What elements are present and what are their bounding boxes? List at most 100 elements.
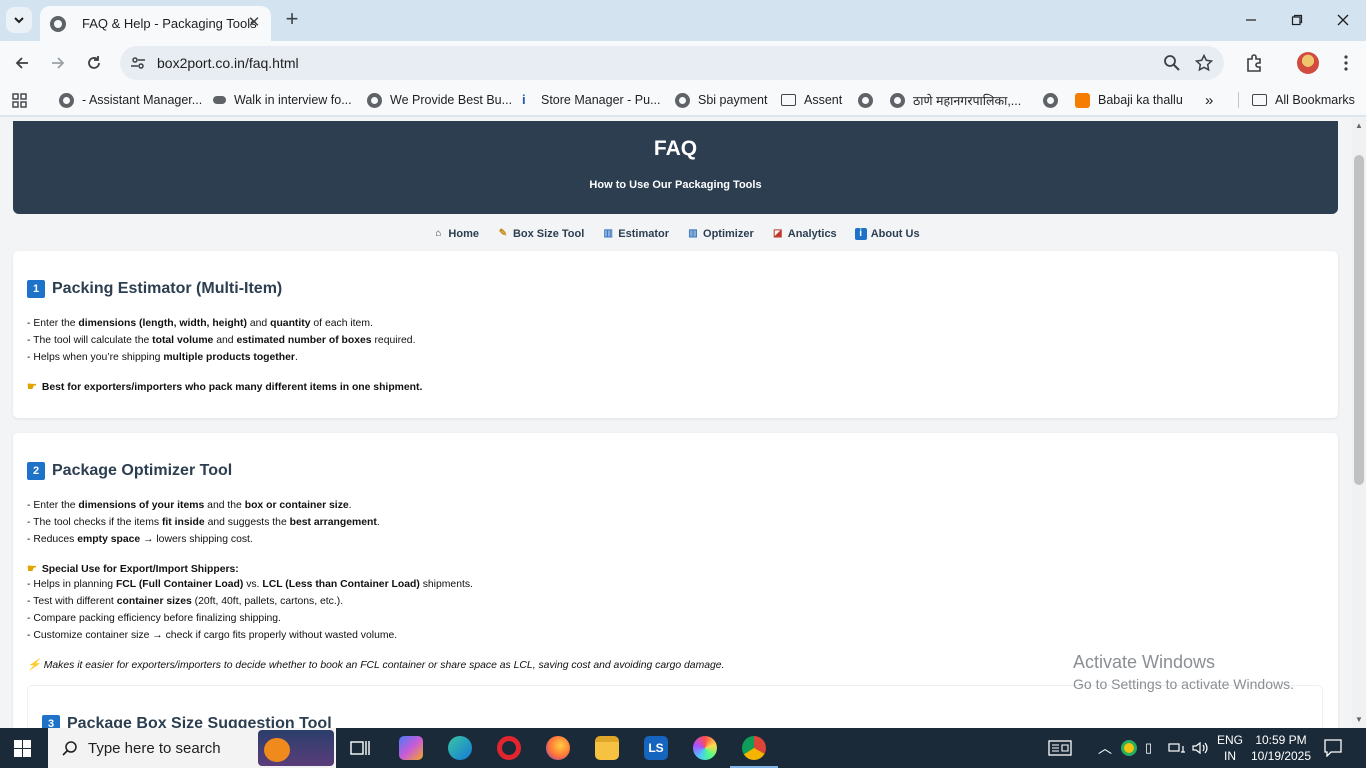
profile-avatar[interactable] <box>1297 52 1319 74</box>
nav-estimator[interactable]: ▥ Estimator <box>602 225 669 243</box>
number-badge: 2 <box>27 462 45 480</box>
bookmark-item[interactable]: We Provide Best Bu... <box>367 92 512 108</box>
apps-grid-icon[interactable] <box>12 93 27 108</box>
scroll-down-icon[interactable]: ▼ <box>1355 715 1363 724</box>
chrome-icon[interactable] <box>730 736 778 768</box>
section-title: Package Box Size Suggestion Tool <box>67 715 332 728</box>
active-tab[interactable]: FAQ & Help - Packaging Tools ✕ <box>40 6 271 41</box>
bookmark-label: Walk in interview fo... <box>234 93 352 107</box>
volume-icon[interactable] <box>1192 728 1210 768</box>
copilot-icon[interactable] <box>399 736 423 760</box>
search-placeholder: Type here to search <box>88 739 221 757</box>
start-button[interactable] <box>14 740 31 757</box>
line-chart-icon: ◪ <box>773 228 783 239</box>
indeed-icon: i <box>522 92 526 107</box>
blogger-icon <box>1075 92 1090 108</box>
minimize-button[interactable] <box>1241 10 1261 30</box>
bookmark-item[interactable]: Sbi payment <box>675 92 767 108</box>
tab-strip: FAQ & Help - Packaging Tools ✕ + <box>0 0 1366 41</box>
activate-windows-watermark: Activate Windows Go to Settings to activ… <box>1073 652 1294 692</box>
url-text[interactable]: box2port.co.in/faq.html <box>157 55 299 71</box>
faq-section-estimator: 1 Packing Estimator (Multi-Item) - Enter … <box>13 251 1338 418</box>
bookmark-folder[interactable]: Assent <box>781 92 842 108</box>
firefox-icon[interactable] <box>546 736 570 760</box>
page-subtitle: How to Use Our Packaging Tools <box>589 179 762 191</box>
file-explorer-icon[interactable] <box>595 736 619 760</box>
all-bookmarks-button[interactable]: All Bookmarks <box>1252 92 1355 108</box>
address-bar[interactable]: box2port.co.in/faq.html <box>120 46 1224 80</box>
section-tip: ☛ Best for exporters/importers who pack m… <box>27 381 423 393</box>
tab-search-button[interactable] <box>6 7 32 33</box>
reload-icon <box>88 56 100 69</box>
bookmark-label: Babaji ka thallu <box>1098 93 1183 107</box>
device-icon[interactable]: ▯ <box>1145 728 1152 768</box>
nav-about-us[interactable]: i About Us <box>854 225 920 243</box>
bookmark-item[interactable]: i Store Manager - Pu... <box>522 92 661 108</box>
nav-box-size-tool[interactable]: ✎ Box Size Tool <box>497 225 585 243</box>
search-icon <box>62 741 77 756</box>
bookmark-label: All Bookmarks <box>1275 93 1355 107</box>
notification-icon[interactable] <box>1324 739 1342 757</box>
globe-icon <box>890 92 905 108</box>
bookmark-item[interactable]: - Assistant Manager... <box>59 92 202 108</box>
nav-analytics[interactable]: ◪ Analytics <box>772 225 837 243</box>
zoom-icon[interactable] <box>1163 54 1181 72</box>
lightning-icon: ⚡ <box>27 659 41 671</box>
section-line: - The tool checks if the items fit insid… <box>27 517 380 528</box>
bookmark-item[interactable] <box>1043 92 1066 108</box>
opera-icon[interactable] <box>497 736 521 760</box>
clock[interactable]: 10:59 PM 10/19/2025 <box>1250 732 1312 764</box>
section-line: - The tool will calculate the total volu… <box>27 335 416 346</box>
scrollbar-thumb[interactable] <box>1354 155 1364 485</box>
bookmark-item[interactable] <box>858 92 881 108</box>
forward-button[interactable] <box>46 51 70 75</box>
section-line: - Compare packing efficiency before fina… <box>27 613 281 624</box>
star-icon[interactable] <box>1195 54 1213 72</box>
bookmark-item[interactable]: ठाणे महानगरपालिका,... <box>890 92 1021 108</box>
tray-app-icon[interactable] <box>1121 728 1137 768</box>
site-icon <box>213 96 226 104</box>
network-icon[interactable] <box>1168 728 1186 768</box>
globe-icon <box>367 92 382 108</box>
close-tab-icon[interactable]: ✕ <box>245 14 263 32</box>
bookmark-item[interactable]: Babaji ka thallu <box>1075 92 1183 108</box>
folder-icon <box>781 94 796 106</box>
section-heading: 2 Package Optimizer Tool <box>27 462 232 480</box>
section-line: - Helps in planning FCL (Full Container … <box>27 579 473 590</box>
browser-toolbar: box2port.co.in/faq.html <box>0 41 1366 84</box>
nav-optimizer[interactable]: ▥ Optimizer <box>687 225 753 243</box>
page-scrollbar[interactable]: ▲ ▼ <box>1352 117 1366 728</box>
page-header: FAQ How to Use Our Packaging Tools <box>13 121 1338 214</box>
browser-app-icon[interactable] <box>693 736 717 760</box>
new-tab-button[interactable]: + <box>281 8 303 30</box>
nav-label: Estimator <box>618 228 670 240</box>
more-bookmarks-button[interactable]: » <box>1205 91 1214 109</box>
globe-icon <box>1043 92 1058 108</box>
number-badge: 3 <box>42 715 60 728</box>
nav-home[interactable]: ⌂ Home <box>432 225 479 243</box>
search-highlight-image[interactable] <box>258 730 334 766</box>
back-button[interactable] <box>10 51 34 75</box>
bar-chart-icon: ▥ <box>688 228 698 239</box>
bookmark-label: ठाणे महानगरपालिका,... <box>913 93 1022 108</box>
reload-button[interactable] <box>82 51 106 75</box>
scroll-up-icon[interactable]: ▲ <box>1355 121 1363 130</box>
site-settings-icon[interactable] <box>130 55 146 71</box>
section-note: ⚡ Makes it easier for exporters/importers… <box>27 659 725 671</box>
bookmark-label: Sbi payment <box>698 93 768 107</box>
close-window-button[interactable] <box>1333 10 1353 30</box>
nav-label: Home <box>448 228 479 240</box>
task-view-icon[interactable] <box>350 739 370 757</box>
extensions-icon[interactable] <box>1244 53 1264 73</box>
edge-icon[interactable] <box>448 736 472 760</box>
tray-expand-icon[interactable]: ︿ <box>1098 728 1112 768</box>
news-widget-icon[interactable] <box>1048 728 1072 768</box>
menu-kebab-icon[interactable] <box>1336 53 1356 73</box>
page-title: FAQ <box>653 137 698 160</box>
lens-app-icon[interactable]: LS <box>644 736 668 760</box>
double-chevron-icon: » <box>1205 91 1214 109</box>
language-indicator[interactable]: ENG IN <box>1212 732 1248 764</box>
restore-button[interactable] <box>1287 10 1307 30</box>
bookmark-item[interactable]: Walk in interview fo... <box>213 92 352 108</box>
nav-label: About Us <box>870 228 920 240</box>
